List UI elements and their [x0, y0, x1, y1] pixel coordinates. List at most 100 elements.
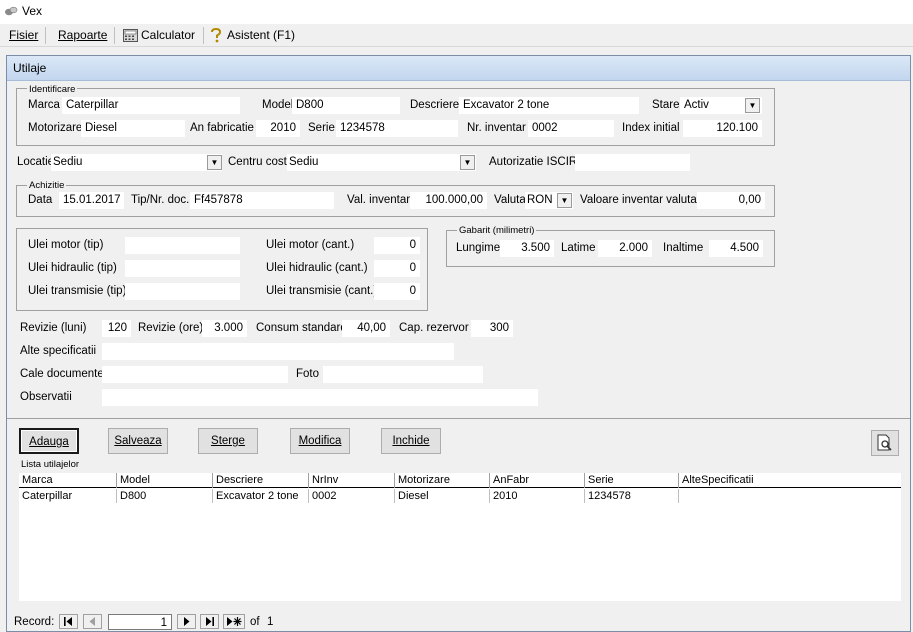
lista-utilajelor-title: Lista utilajelor: [21, 459, 80, 470]
stare-dropdown-icon[interactable]: ▼: [745, 98, 760, 113]
motorizare-label: Motorizare: [28, 122, 83, 134]
locatie-dropdown-icon[interactable]: ▼: [207, 155, 222, 170]
menu-separator: [203, 27, 204, 44]
consum-standard-field[interactable]: 40,00: [342, 320, 390, 337]
observatii-field[interactable]: [102, 389, 538, 406]
foto-label: Foto: [296, 368, 320, 380]
menu-separator: [114, 27, 115, 44]
data-field[interactable]: 15.01.2017: [59, 192, 124, 209]
column-header[interactable]: AlteSpecificatii: [678, 473, 901, 488]
locatie-select[interactable]: Sediu: [51, 154, 222, 171]
model-field[interactable]: D800: [292, 97, 400, 114]
ulei-motor-cant-field[interactable]: 0: [374, 237, 420, 254]
column-header[interactable]: Serie: [584, 473, 678, 488]
revizie-ore-field[interactable]: 3.000: [202, 320, 247, 337]
menu-asistent[interactable]: Asistent (F1): [210, 27, 300, 45]
form-caption: Utilaje: [7, 56, 910, 81]
centru-cost-label: Centru cost: [228, 156, 287, 168]
latime-field[interactable]: 2.000: [598, 240, 652, 257]
print-preview-button[interactable]: [871, 430, 899, 456]
index-initial-field[interactable]: 120.100: [683, 120, 762, 137]
cale-documente-label: Cale documente: [20, 368, 104, 380]
menu-asistent-label: Asistent (F1): [227, 28, 296, 42]
column-header[interactable]: NrInv: [308, 473, 394, 488]
ulei-transmisie-tip-field[interactable]: [125, 283, 240, 300]
val-inventar-valuta-label: Valoare inventar valuta: [580, 194, 697, 206]
help-icon: [211, 28, 222, 43]
window-title: Vex: [22, 4, 43, 18]
table-cell: 0002: [308, 489, 394, 503]
menu-calculator-label: Calculator: [141, 28, 196, 42]
table-row[interactable]: Caterpillar D800 Excavator 2 tone 0002 D…: [19, 489, 901, 503]
menu-fisier[interactable]: Fisier: [9, 27, 38, 45]
model-label: Model: [262, 99, 294, 111]
title-bar: Vex: [0, 0, 913, 24]
serie-label: Serie: [308, 122, 335, 134]
previous-record-button[interactable]: [83, 614, 102, 629]
val-inventar-valuta-field[interactable]: 0,00: [697, 192, 765, 209]
cap-rezervor-field[interactable]: 300: [471, 320, 513, 337]
ulei-transmisie-cant-field[interactable]: 0: [374, 283, 420, 300]
val-inventar-label: Val. inventar: [347, 194, 411, 206]
utilaje-grid[interactable]: Marca Model Descriere NrInv Motorizare A…: [19, 473, 901, 601]
ulei-motor-tip-field[interactable]: [125, 237, 240, 254]
alte-specificatii-field[interactable]: [102, 343, 454, 360]
valuta-label: Valuta: [494, 194, 526, 206]
gabarit-legend: Gabarit (milimetri): [457, 225, 537, 236]
serie-field[interactable]: 1234578: [336, 120, 458, 137]
last-record-button[interactable]: [200, 614, 219, 629]
nr-inventar-field[interactable]: 0002: [528, 120, 614, 137]
revizie-luni-field[interactable]: 120: [102, 320, 131, 337]
descriere-field[interactable]: Excavator 2 tone: [459, 97, 639, 114]
last-record-icon: [206, 617, 214, 626]
inchide-button[interactable]: Inchide: [381, 428, 441, 454]
tip-nr-doc-label: Tip/Nr. doc.: [131, 194, 190, 206]
an-fabricatie-label: An fabricatie: [190, 122, 254, 134]
achizitie-legend: Achizitie: [27, 180, 67, 191]
record-label: Record:: [14, 616, 55, 628]
latime-label: Latime: [561, 242, 596, 254]
modifica-button[interactable]: Modifica: [290, 428, 350, 454]
val-inventar-field[interactable]: 100.000,00: [410, 192, 487, 209]
cap-rezervor-label: Cap. rezervor: [399, 322, 469, 334]
an-fabricatie-field[interactable]: 2010: [256, 120, 300, 137]
column-header[interactable]: Model: [116, 473, 212, 488]
ulei-hidraulic-tip-field[interactable]: [125, 260, 240, 277]
adauga-button[interactable]: Adauga: [19, 428, 79, 454]
centru-cost-dropdown-icon[interactable]: ▼: [460, 155, 475, 170]
menu-bar: Fisier Rapoarte Calculator Asistent (F1): [0, 24, 913, 47]
next-record-icon: [184, 617, 190, 626]
record-total: 1: [267, 616, 274, 628]
table-cell: D800: [116, 489, 212, 503]
cale-documente-field[interactable]: [102, 366, 288, 383]
ulei-hidraulic-cant-field[interactable]: 0: [374, 260, 420, 277]
current-record-field[interactable]: 1: [108, 614, 172, 630]
column-header[interactable]: Motorizare: [394, 473, 489, 488]
menu-rapoarte[interactable]: Rapoarte: [58, 27, 107, 45]
marca-field[interactable]: Caterpillar: [62, 97, 240, 114]
first-record-button[interactable]: [59, 614, 78, 629]
ulei-hidraulic-cant-label: Ulei hidraulic (cant.): [266, 262, 368, 274]
column-header[interactable]: Marca: [19, 473, 116, 488]
menu-calculator[interactable]: Calculator: [123, 27, 199, 45]
column-header[interactable]: Descriere: [212, 473, 308, 488]
new-record-button[interactable]: [223, 614, 245, 629]
next-record-button[interactable]: [177, 614, 196, 629]
previous-record-icon: [89, 617, 95, 626]
sterge-button[interactable]: Sterge: [198, 428, 258, 454]
foto-field[interactable]: [323, 366, 483, 383]
valuta-dropdown-icon[interactable]: ▼: [557, 193, 572, 208]
revizie-luni-label: Revizie (luni): [20, 322, 87, 334]
salveaza-button[interactable]: Salveaza: [108, 428, 168, 454]
lungime-field[interactable]: 3.500: [500, 240, 554, 257]
motorizare-field[interactable]: Diesel: [81, 120, 185, 137]
app-icon: [5, 6, 18, 16]
identificare-legend: Identificare: [27, 84, 78, 95]
centru-cost-select[interactable]: Sediu: [287, 154, 476, 171]
column-header[interactable]: AnFabr: [489, 473, 584, 488]
print-preview-icon: [877, 434, 892, 451]
inaltime-field[interactable]: 4.500: [709, 240, 763, 257]
ulei-motor-cant-label: Ulei motor (cant.): [266, 239, 355, 251]
autorizatie-iscir-field[interactable]: [575, 154, 690, 171]
tip-nr-doc-field[interactable]: Ff457878: [190, 192, 334, 209]
